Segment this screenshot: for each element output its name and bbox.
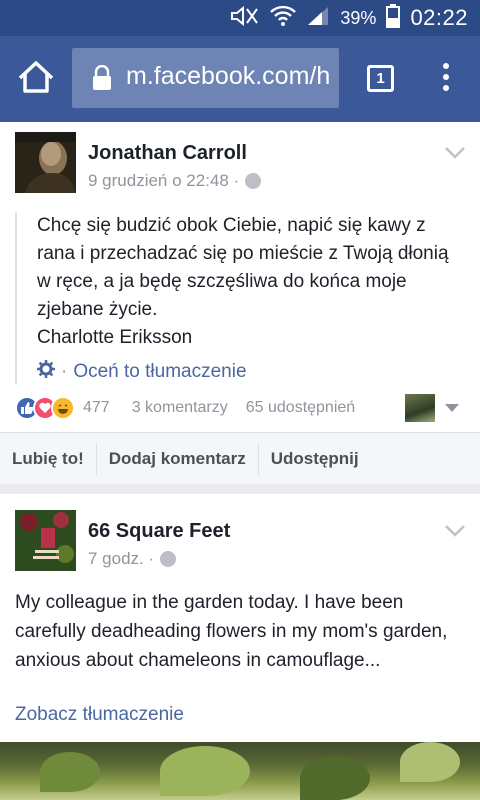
url-text: m.facebook.com/h	[126, 62, 331, 90]
post-options-button[interactable]	[444, 146, 466, 160]
shared-by-avatar[interactable]	[405, 394, 435, 422]
post-timestamp[interactable]: 9 grudzień o 22:48 ·	[88, 171, 239, 191]
quoted-text-block: Chcę się budzić obok Ciebie, napić się k…	[15, 212, 465, 384]
comment-button[interactable]: Dodaj komentarz	[97, 442, 259, 475]
tab-switcher-button[interactable]: 1	[367, 65, 394, 92]
home-button[interactable]	[14, 56, 58, 100]
status-bar: 39% 02:22	[0, 0, 480, 36]
clock: 02:22	[410, 5, 468, 30]
address-bar[interactable]: m.facebook.com/h	[72, 48, 339, 108]
share-count[interactable]: 65 udostępnień	[246, 399, 355, 417]
rate-translation-link[interactable]: Oceń to tłumaczenie	[73, 361, 246, 383]
quote-author: Charlotte Eriksson	[37, 327, 193, 348]
post-options-button[interactable]	[444, 524, 466, 538]
lock-icon	[90, 64, 114, 91]
post-meta: 7 godz. ·	[88, 549, 177, 569]
battery-percent: 39%	[340, 7, 377, 28]
menu-dot-icon	[443, 85, 449, 91]
author-name[interactable]: Jonathan Carroll	[88, 142, 247, 165]
browser-toolbar: m.facebook.com/h 1	[0, 36, 480, 122]
post-caption: My colleague in the garden today. I have…	[15, 592, 448, 671]
globe-icon	[160, 551, 177, 567]
quote-text: Chcę się budzić obok Ciebie, napić się k…	[37, 215, 449, 320]
gear-icon[interactable]	[37, 360, 55, 384]
signal-icon	[306, 5, 330, 32]
reaction-count[interactable]: 477	[83, 399, 110, 417]
separator: ·	[61, 361, 68, 382]
share-button[interactable]: Udostępnij	[259, 443, 371, 475]
post-action-bar: Lubię to! Dodaj komentarz Udostępnij	[0, 432, 480, 484]
page-name[interactable]: 66 Square Feet	[88, 520, 230, 543]
chevron-down-icon	[445, 147, 465, 159]
mute-icon	[230, 5, 260, 32]
battery-icon	[386, 3, 401, 33]
post-photo[interactable]	[0, 742, 480, 800]
wifi-icon	[270, 5, 297, 32]
caret-down-icon[interactable]	[445, 404, 459, 412]
menu-dot-icon	[443, 74, 449, 80]
page-avatar[interactable]	[15, 510, 76, 571]
menu-dot-icon	[443, 63, 449, 69]
reactions-bar: 477 3 komentarzy 65 udostępnień	[15, 388, 465, 428]
author-avatar[interactable]	[15, 132, 76, 193]
see-translation-link[interactable]: Zobacz tłumaczenie	[15, 704, 184, 726]
status-icons: 39% 02:22	[230, 0, 468, 36]
chevron-down-icon	[445, 525, 465, 537]
feed-post: 66 Square Feet 7 godz. · My colleague in…	[0, 494, 480, 800]
haha-reaction-icon	[51, 396, 75, 420]
translation-rating: · Oceń to tłumaczenie	[37, 360, 465, 384]
home-icon	[18, 61, 54, 93]
like-button[interactable]: Lubię to!	[0, 442, 97, 475]
reaction-icons[interactable]	[15, 396, 75, 420]
feed-post: Jonathan Carroll 9 grudzień o 22:48 · Ch…	[0, 122, 480, 484]
overflow-menu-button[interactable]	[436, 60, 456, 98]
post-meta: 9 grudzień o 22:48 ·	[88, 171, 262, 191]
globe-icon	[245, 173, 262, 189]
post-timestamp[interactable]: 7 godz. ·	[88, 549, 154, 569]
comment-count[interactable]: 3 komentarzy	[132, 399, 228, 417]
